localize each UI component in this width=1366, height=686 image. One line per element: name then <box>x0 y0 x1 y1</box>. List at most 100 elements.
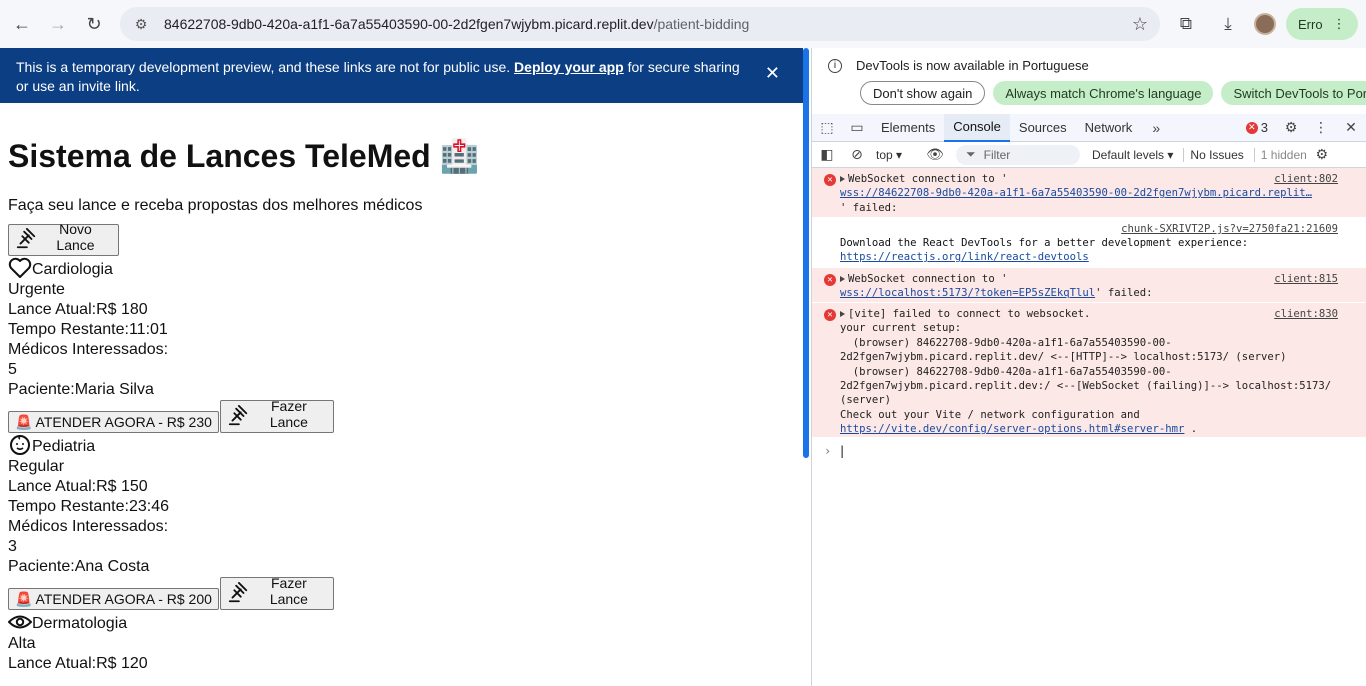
message-source-link[interactable]: client:830 <box>1274 307 1338 321</box>
place-bid-button[interactable]: Fazer Lance <box>219 575 334 610</box>
extensions-icon[interactable]: ⧉ <box>1170 6 1202 42</box>
context-selector[interactable]: top ▾ <box>876 148 920 162</box>
tab-network[interactable]: Network <box>1076 114 1142 142</box>
specialty-name: Pediatria <box>32 438 96 455</box>
message-text: WebSocket connection to ' <box>848 173 1008 185</box>
tab-elements[interactable]: Elements <box>872 114 944 142</box>
time-label: Tempo Restante: <box>8 321 129 338</box>
page-content: Sistema de Lances TeleMed 🏥 Faça seu lan… <box>0 137 804 674</box>
profile-error-button[interactable]: Erro ⋮ <box>1286 8 1358 40</box>
place-bid-button[interactable]: Fazer Lance <box>219 398 334 433</box>
message-link[interactable]: wss://localhost:5173/?token=EP5sZEkqTlul <box>840 287 1095 299</box>
reload-icon[interactable]: ↻ <box>76 6 112 42</box>
error-icon: ✕ <box>1245 121 1258 134</box>
message-text: (browser) 84622708-9db0-420a-a1f1-6a7a55… <box>840 365 1338 407</box>
page-subtitle: Faça seu lance e receba propostas dos me… <box>8 197 423 214</box>
dont-show-again-button[interactable]: Don't show again <box>860 81 986 105</box>
match-language-button[interactable]: Always match Chrome's language <box>993 81 1214 105</box>
message-source-link[interactable]: client:802 <box>1274 172 1338 186</box>
current-bid-value: R$ 150 <box>96 478 148 495</box>
patient-value: Maria Silva <box>74 381 154 398</box>
message-text: [vite] failed to connect to websocket. <box>848 308 1091 320</box>
page-scrollbar[interactable] <box>803 48 809 458</box>
more-vert-icon[interactable]: ⋮ <box>1306 119 1336 136</box>
page-viewport: This is a temporary development preview,… <box>0 48 804 686</box>
filter-input[interactable]: ⏷ Filter <box>956 144 1080 165</box>
gavel-icon <box>15 228 37 253</box>
error-counter[interactable]: ✕ 3 <box>1245 120 1268 135</box>
card-actions: 🚨 ATENDER AGORA - R$ 230 Fazer Lance <box>8 398 796 433</box>
back-icon[interactable]: ← <box>4 6 40 42</box>
live-expression-eye-icon[interactable]: 👁 <box>920 146 950 163</box>
levels-dropdown[interactable]: Default levels ▾ <box>1092 148 1173 162</box>
devtools-tabbar: ⬚ ▭ Elements Console Sources Network » ✕… <box>812 113 1366 142</box>
console-message-error: ✕ client:830 [vite] failed to connect to… <box>812 303 1366 438</box>
time-value: 23:46 <box>128 498 169 515</box>
forward-icon[interactable]: → <box>40 6 76 42</box>
priority-label: Regular <box>8 458 65 475</box>
deploy-link[interactable]: Deploy your app <box>514 59 624 75</box>
url-path: /patient-bidding <box>653 16 750 32</box>
message-link[interactable]: https://reactjs.org/link/react-devtools <box>840 250 1358 264</box>
expand-caret-icon[interactable] <box>840 311 845 317</box>
error-count: 3 <box>1260 120 1268 135</box>
tab-console[interactable]: Console <box>944 113 1010 142</box>
language-infobar: i DevTools is now available in Portuguese… <box>812 48 1366 114</box>
time-row: Tempo Restante:23:46 <box>8 497 796 517</box>
patient-row: Paciente:Maria Silva <box>8 380 796 400</box>
message-source-link[interactable]: client:815 <box>1274 272 1338 286</box>
message-link[interactable]: https://vite.dev/config/server-options.h… <box>840 423 1184 435</box>
bookmark-star-icon[interactable]: ☆ <box>1132 14 1148 35</box>
banner-text: This is a temporary development preview,… <box>16 59 511 75</box>
clear-console-icon[interactable]: ⊘ <box>842 146 872 163</box>
sidebar-toggle-icon[interactable]: ◧ <box>812 146 842 163</box>
avatar[interactable] <box>1254 13 1276 35</box>
patient-value: Ana Costa <box>74 558 150 575</box>
specialty-row: Cardiologia <box>8 256 796 280</box>
expand-caret-icon[interactable] <box>840 176 845 182</box>
browser-toolbar: ← → ↻ ⚙ 84622708-9db0-420a-a1f1-6a7a5540… <box>0 0 1366 48</box>
address-bar[interactable]: ⚙ 84622708-9db0-420a-a1f1-6a7a55403590-0… <box>120 7 1160 41</box>
switch-language-button[interactable]: Switch DevTools to Portuguese <box>1221 81 1366 105</box>
page-title: Sistema de Lances TeleMed 🏥 <box>8 137 796 175</box>
message-text: ' failed: <box>1095 287 1153 300</box>
baby-face-icon <box>8 433 32 457</box>
place-bid-label: Fazer Lance <box>269 575 308 607</box>
doctors-label: Médicos Interessados: <box>8 518 169 535</box>
bid-card-cardiologia: Cardiologia Urgente Lance Atual:R$ 180 T… <box>8 256 796 433</box>
site-info-icon[interactable]: ⚙ <box>132 15 150 33</box>
prompt-chevron-icon: › <box>824 444 832 458</box>
message-text: Check out your Vite / network configurat… <box>840 408 1140 421</box>
specialty-name: Dermatologia <box>32 615 128 632</box>
attend-now-button[interactable]: 🚨 ATENDER AGORA - R$ 200 <box>8 588 219 610</box>
specialty-row: Pediatria <box>8 433 796 457</box>
close-icon[interactable]: ✕ <box>1336 119 1366 136</box>
patient-row: Paciente:Ana Costa <box>8 557 796 577</box>
message-source-link[interactable]: chunk-SXRIVT2P.js?v=2750fa21:21609 <box>1121 222 1338 236</box>
attend-now-button[interactable]: 🚨 ATENDER AGORA - R$ 230 <box>8 411 219 433</box>
issues-link[interactable]: No Issues <box>1183 147 1244 162</box>
url-text[interactable]: 84622708-9db0-420a-a1f1-6a7a55403590-00-… <box>164 16 749 32</box>
download-icon[interactable]: ⤓ <box>1212 6 1244 42</box>
tab-sources[interactable]: Sources <box>1010 114 1076 142</box>
new-bid-label: Novo Lance <box>56 221 95 253</box>
message-text: Download the React DevTools for a better… <box>840 237 1249 249</box>
console-settings-icon[interactable]: ⚙ <box>1307 146 1337 163</box>
error-icon: ✕ <box>824 274 836 286</box>
inspect-element-icon[interactable]: ⬚ <box>812 119 842 136</box>
message-link[interactable]: wss://84622708-9db0-420a-a1f1-6a7a554035… <box>840 186 1358 200</box>
specialty-name: Cardiologia <box>32 261 113 278</box>
device-toolbar-icon[interactable]: ▭ <box>842 119 872 136</box>
console-toolbar: ◧ ⊘ top ▾ 👁 ⏷ Filter Default levels ▾ No … <box>812 142 1366 168</box>
message-text: . <box>1184 423 1198 436</box>
console-prompt[interactable]: › | <box>812 438 1366 464</box>
expand-caret-icon[interactable] <box>840 276 845 282</box>
more-tabs-icon[interactable]: » <box>1141 120 1171 136</box>
error-icon: ✕ <box>824 174 836 186</box>
close-icon[interactable]: ✕ <box>765 64 780 83</box>
settings-gear-icon[interactable]: ⚙ <box>1276 119 1306 136</box>
devtools-panel: i DevTools is now available in Portuguese… <box>811 48 1366 686</box>
toolbar-right: ⧉ ⤓ Erro ⋮ <box>1170 6 1358 42</box>
filter-icon: ⏷ <box>966 147 976 161</box>
new-bid-button[interactable]: Novo Lance <box>8 221 119 256</box>
